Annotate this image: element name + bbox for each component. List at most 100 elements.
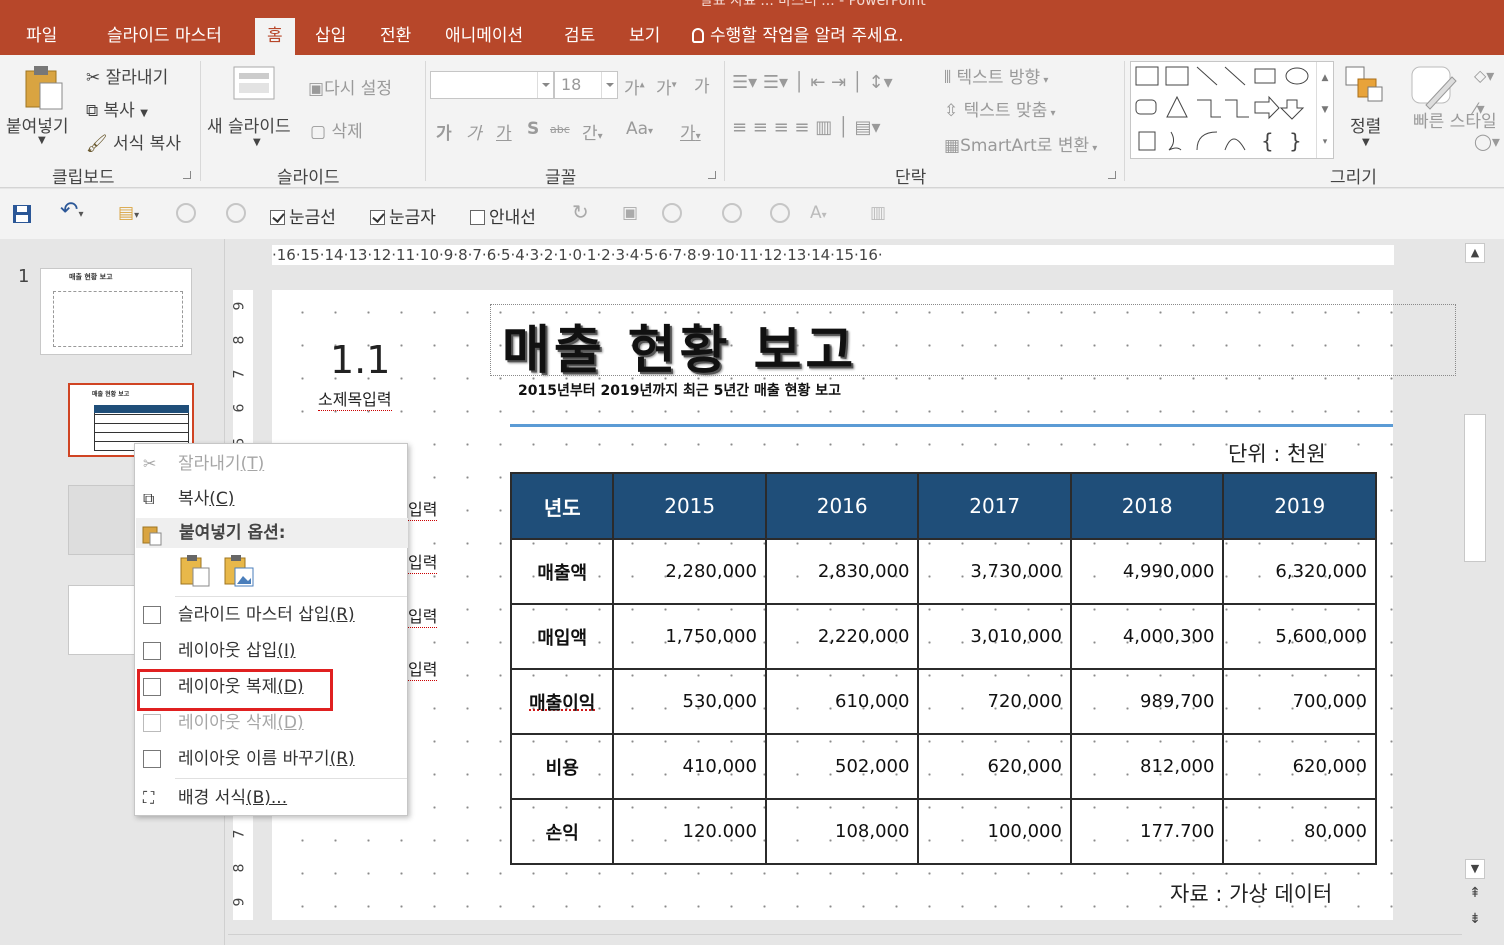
font-launcher[interactable] bbox=[708, 171, 716, 179]
paste-keep-formatting-icon[interactable] bbox=[179, 554, 211, 588]
circle-icon[interactable] bbox=[226, 203, 246, 223]
table-cell[interactable]: 6,320,000 bbox=[1222, 538, 1377, 605]
font-color-button[interactable]: 가▾ bbox=[680, 119, 701, 144]
cut-button[interactable]: ✂ 잘라내기 bbox=[86, 63, 168, 88]
table-cell[interactable]: 530,000 bbox=[612, 668, 767, 735]
circle-icon[interactable] bbox=[662, 203, 682, 223]
shapes-scroll[interactable]: ▲ ▼ ▾ bbox=[1316, 62, 1333, 158]
placeholder-input-label[interactable]: 입력 bbox=[408, 496, 438, 521]
table-cell[interactable]: 80,000 bbox=[1222, 798, 1377, 865]
shapes-gallery[interactable]: {} bbox=[1130, 61, 1334, 159]
prev-slide-icon[interactable]: ⇞ bbox=[1465, 884, 1485, 904]
slide-canvas[interactable]: 매출 현황 보고 2015년부터 2019년까지 최근 5년간 매출 현황 보고… bbox=[272, 290, 1456, 920]
format-painter-button[interactable]: 🖌 서식 복사 bbox=[86, 129, 181, 154]
circle-icon[interactable] bbox=[176, 203, 196, 223]
table-cell[interactable]: 410,000 bbox=[612, 733, 767, 800]
table-header-cell[interactable]: 2015 bbox=[612, 472, 767, 540]
sales-table[interactable]: 년도 2015 2016 2017 2018 2019 매출액 2,280,00… bbox=[509, 472, 1377, 865]
change-case-button[interactable]: Aa▾ bbox=[626, 119, 653, 139]
table-cell[interactable]: 108,000 bbox=[764, 798, 920, 865]
slideshow-icon[interactable]: ▣ bbox=[622, 203, 638, 223]
source-note[interactable]: 자료 : 가상 데이터 bbox=[1170, 878, 1332, 908]
table-cell[interactable]: 2,280,000 bbox=[612, 538, 767, 605]
tab-slide-master[interactable]: 슬라이드 마스터 bbox=[95, 18, 234, 55]
smartart-button[interactable]: ▦SmartArt로 변환 ▾ bbox=[944, 131, 1097, 156]
table-cell[interactable]: 5,600,000 bbox=[1222, 603, 1377, 670]
delete-slide-button[interactable]: ▢ 삭제 bbox=[310, 117, 363, 142]
menu-item-format-background[interactable]: ⛶ 배경 서식(B)... bbox=[135, 783, 407, 813]
clipboard-launcher[interactable] bbox=[183, 171, 191, 179]
scroll-up-icon[interactable]: ▲ bbox=[1465, 243, 1485, 263]
undo-icon[interactable]: ↶▾ bbox=[60, 198, 83, 223]
table-cell[interactable]: 120.000 bbox=[612, 798, 767, 865]
menu-item-delete-layout[interactable]: 레이아웃 삭제(D) bbox=[135, 708, 407, 738]
lock-icon[interactable]: ▥ bbox=[870, 203, 886, 223]
menu-item-cut[interactable]: ✂ 잘라내기(T) bbox=[135, 449, 407, 479]
table-header-cell[interactable]: 년도 bbox=[509, 472, 615, 540]
menu-item-copy[interactable]: ⧉ 복사(C) bbox=[135, 484, 407, 514]
table-cell[interactable]: 3,730,000 bbox=[917, 538, 1072, 605]
char-spacing-button[interactable]: 간▾ bbox=[582, 119, 603, 144]
save-icon[interactable] bbox=[12, 204, 32, 224]
table-cell[interactable]: 4,000,300 bbox=[1069, 603, 1225, 670]
table-row-header[interactable]: 비용 bbox=[509, 733, 615, 800]
horizontal-scrollbar[interactable] bbox=[228, 934, 1462, 945]
table-cell[interactable]: 2,220,000 bbox=[764, 603, 920, 670]
scroll-down-icon[interactable]: ▼ bbox=[1465, 859, 1485, 879]
menu-item-insert-layout[interactable]: 레이아웃 삽입(I) bbox=[135, 636, 407, 666]
tab-view[interactable]: 보기 bbox=[617, 18, 672, 55]
tab-transitions[interactable]: 전환 bbox=[368, 18, 423, 55]
grow-font-button[interactable]: 가▴ bbox=[624, 74, 645, 99]
table-header-cell[interactable]: 2017 bbox=[917, 472, 1072, 540]
table-row-header[interactable]: 매입액 bbox=[509, 603, 615, 670]
tab-insert[interactable]: 삽입 bbox=[303, 18, 358, 55]
table-cell[interactable]: 989,700 bbox=[1069, 668, 1225, 735]
menu-item-rename-layout[interactable]: 레이아웃 이름 바꾸기(R) bbox=[135, 744, 407, 774]
placeholder-input-label[interactable]: 입력 bbox=[408, 656, 438, 681]
text-direction-button[interactable]: ⫴ 텍스트 방향 ▾ bbox=[944, 63, 1048, 88]
vertical-scrollbar[interactable] bbox=[1462, 239, 1488, 929]
shadow-button[interactable]: S bbox=[527, 119, 539, 139]
text-effect-icon[interactable]: A▾ bbox=[810, 203, 827, 223]
tell-me-search[interactable]: 수행할 작업을 알려 주세요. bbox=[692, 18, 904, 55]
clear-format-icon[interactable]: 가 bbox=[694, 72, 710, 97]
table-cell[interactable]: 502,000 bbox=[764, 733, 920, 800]
italic-button[interactable]: 가 bbox=[466, 119, 482, 144]
next-slide-icon[interactable]: ⇟ bbox=[1465, 910, 1485, 930]
table-header-cell[interactable]: 2019 bbox=[1222, 472, 1377, 540]
table-cell[interactable]: 700,000 bbox=[1222, 668, 1377, 735]
tab-file[interactable]: 파일 bbox=[14, 18, 69, 55]
paste-picture-icon[interactable] bbox=[223, 554, 255, 588]
thumbnail-layout-3[interactable] bbox=[68, 585, 138, 655]
table-cell[interactable]: 2,830,000 bbox=[764, 538, 920, 605]
table-header-cell[interactable]: 2018 bbox=[1069, 472, 1225, 540]
copy-button[interactable]: ⧉ 복사 ▼ bbox=[86, 96, 148, 121]
paste-qat-icon[interactable]: ▤▾ bbox=[118, 203, 139, 223]
strikethrough-button[interactable]: abc bbox=[550, 123, 570, 136]
table-cell[interactable]: 620,000 bbox=[917, 733, 1072, 800]
placeholder-input-label[interactable]: 입력 bbox=[408, 549, 438, 574]
section-subheading[interactable]: 소제목입력 bbox=[318, 386, 392, 411]
thumbnail-layout-2[interactable] bbox=[68, 485, 138, 555]
slide-subtitle[interactable]: 2015년부터 2019년까지 최근 5년간 매출 현황 보고 bbox=[518, 380, 841, 400]
table-cell[interactable]: 3,010,000 bbox=[917, 603, 1072, 670]
underline-button[interactable]: 가 bbox=[496, 119, 512, 144]
table-cell[interactable]: 100,000 bbox=[917, 798, 1072, 865]
unit-label[interactable]: 단위 : 천원 bbox=[1228, 438, 1326, 468]
menu-item-insert-slide-master[interactable]: 슬라이드 마스터 삽입(R) bbox=[135, 600, 407, 630]
thumbnail-master[interactable]: 매출 현황 보고 bbox=[40, 268, 192, 355]
ruler-checkbox[interactable]: 눈금자 bbox=[370, 203, 436, 228]
tab-home[interactable]: 홈 bbox=[255, 18, 295, 55]
table-cell[interactable]: 720,000 bbox=[917, 668, 1072, 735]
table-cell[interactable]: 812,000 bbox=[1069, 733, 1225, 800]
paragraph-launcher[interactable] bbox=[1108, 171, 1116, 179]
bold-button[interactable]: 가 bbox=[436, 119, 452, 144]
refresh-icon[interactable]: ↻ bbox=[572, 200, 589, 224]
circle-icon[interactable] bbox=[722, 203, 742, 223]
shrink-font-button[interactable]: 가▾ bbox=[656, 74, 677, 99]
circle-icon[interactable] bbox=[770, 203, 790, 223]
table-cell[interactable]: 177.700 bbox=[1069, 798, 1225, 865]
bullets-button[interactable]: ☰▾ ☰▾ │ ⇤ ⇥ │ ↕▾ bbox=[732, 72, 893, 93]
font-name-combo[interactable] bbox=[430, 71, 554, 99]
shape-format-buttons[interactable]: ◇▾ ⁄▾ ◯▾ bbox=[1474, 59, 1500, 158]
